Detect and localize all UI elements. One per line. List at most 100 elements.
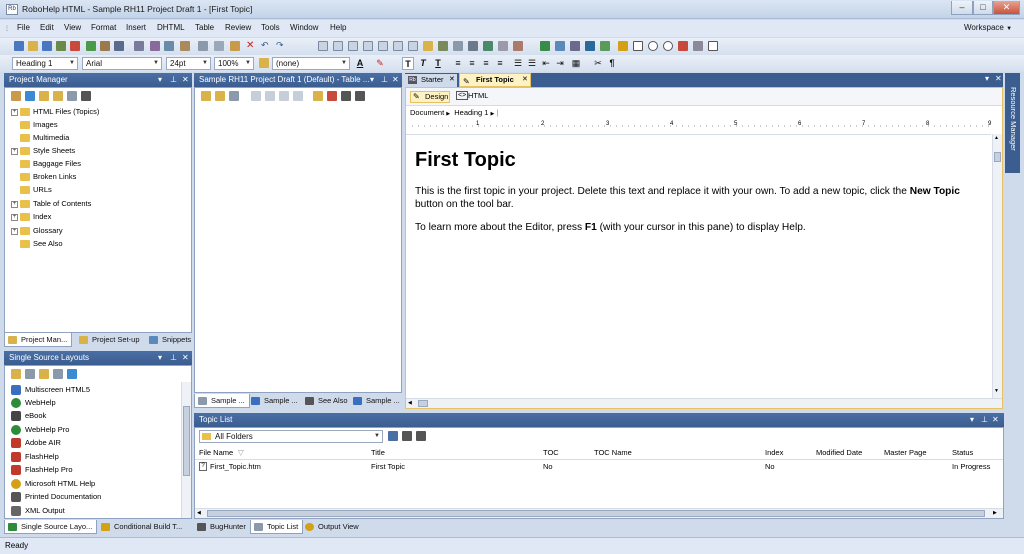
layout-flashhelp[interactable]: FlashHelp [11,450,59,463]
editor-vertical-scrollbar[interactable]: ▲ ▼ [992,134,1002,398]
tab-project-manager[interactable]: Project Man... [4,333,73,347]
tab-see-also[interactable]: See Also [302,394,352,408]
bold-button[interactable]: T [402,57,414,70]
chevron-down-icon[interactable]: ▾ [158,73,162,87]
new-book-icon[interactable] [201,91,211,101]
filter-icon[interactable] [25,91,35,101]
chevron-down-icon[interactable]: ▾ [985,74,989,83]
folder-dropdown[interactable]: All Folders ▼ [199,430,383,443]
paste-icon[interactable] [230,41,240,51]
menu-view[interactable]: View [64,23,81,32]
tree-item-index[interactable]: + Index [11,211,51,223]
layout-printed-documentation[interactable]: Printed Documentation [11,490,101,503]
layout-flashhelp-pro[interactable]: FlashHelp Pro [11,463,73,476]
workspace-menu[interactable]: Workspace ▼ [964,23,1012,32]
resource-manager-strip[interactable]: Resource Manager [1005,73,1020,173]
align-right-icon[interactable]: ≡ [480,57,492,70]
layout-adobe-air[interactable]: Adobe AIR [11,436,61,449]
calendar-icon[interactable] [483,41,493,51]
increase-indent-icon[interactable]: ⇥ [554,57,566,70]
topic-paragraph-2[interactable]: To learn more about the Editor, press F1… [415,221,980,234]
tab-project-setup[interactable]: Project Set-up [76,333,144,347]
find-in-toc-icon[interactable] [355,91,365,101]
generate-icon[interactable] [70,41,80,51]
related-topics-icon[interactable] [393,41,403,51]
image-map-icon[interactable] [678,41,688,51]
pencil-icon[interactable] [134,41,144,51]
scroll-thumb[interactable] [207,510,985,517]
new-page-icon[interactable] [333,41,343,51]
menu-edit[interactable]: Edit [40,23,54,32]
new-layout-icon[interactable] [11,369,21,379]
scroll-left-icon[interactable]: ◀ [408,400,412,406]
tab-snippets[interactable]: Snippets [146,333,195,347]
scroll-down-icon[interactable]: ▼ [994,388,999,394]
chevron-down-icon[interactable]: ▾ [158,351,162,365]
robohelp-app-icon[interactable]: Rb [6,4,18,15]
menu-tools[interactable]: Tools [261,23,280,32]
pin-icon[interactable]: ⊥ [381,73,388,87]
borders-icon[interactable]: ▦ [570,57,582,70]
decrease-indent-icon[interactable]: ⇤ [540,57,552,70]
auto-create-toc-icon[interactable] [313,91,323,101]
thesaurus-icon[interactable] [100,41,110,51]
find-icon[interactable] [150,41,160,51]
expand-icon[interactable]: + [11,200,18,208]
sync-icon[interactable] [341,91,351,101]
tree-item-baggage-files[interactable]: Baggage Files [11,158,81,170]
move-right-icon[interactable] [265,91,275,101]
column-title[interactable]: Title [371,447,385,459]
keyword-icon[interactable] [408,41,418,51]
horizontal-line-icon[interactable] [468,41,478,51]
close-icon[interactable]: ✕ [182,73,189,87]
design-button[interactable]: ✎ Design [410,91,450,103]
table-icon[interactable] [453,41,463,51]
tab-output-view[interactable]: Output View [302,520,363,534]
tree-item-urls[interactable]: URLs [11,184,52,196]
view-icon[interactable] [11,91,21,101]
view-result-icon[interactable] [53,369,63,379]
form-icon[interactable] [513,41,523,51]
tree-item-glossary[interactable]: + Glossary [11,225,63,237]
browser-icon[interactable] [540,41,550,51]
menu-file[interactable]: File [17,23,30,32]
scroll-thumb[interactable] [418,400,428,407]
scroll-thumb[interactable] [183,406,190,476]
properties-icon[interactable] [67,91,77,101]
close-icon[interactable]: ✕ [449,74,455,86]
italic-button[interactable]: T [417,57,429,70]
html-button[interactable]: <> HTML [454,91,494,103]
move-down-icon[interactable] [293,91,303,101]
new-folder-icon[interactable] [39,91,49,101]
tab-bughunter[interactable]: BugHunter [194,520,250,534]
save-icon[interactable] [42,41,52,51]
font-dropdown[interactable]: Arial ▼ [82,57,162,70]
column-modified-date[interactable]: Modified Date [816,447,862,459]
numbered-list-icon[interactable]: ☰ [512,57,524,70]
column-file-name[interactable]: File Name [199,447,233,459]
new-topic-icon[interactable] [318,41,328,51]
tree-item-broken-links[interactable]: Broken Links [11,171,76,183]
generate-layout-icon[interactable] [39,369,49,379]
checkbox-icon[interactable] [633,41,643,51]
paragraph-mark-icon[interactable]: ¶ [606,57,618,70]
minimize-button[interactable]: ‒ [951,1,973,15]
format-painter-icon[interactable]: ✂ [592,57,604,70]
pin-icon[interactable]: ⊥ [170,351,177,365]
copy-icon[interactable] [214,41,224,51]
binoculars-icon[interactable] [81,91,91,101]
multimedia-icon[interactable] [438,41,448,51]
toc-properties-icon[interactable] [229,91,239,101]
publish-icon[interactable] [67,369,77,379]
column-toc[interactable]: TOC [543,447,559,459]
spellcheck-icon[interactable] [86,41,96,51]
undo-icon[interactable]: ↶ [261,40,269,51]
expand-icon[interactable]: + [11,147,18,155]
css-class-dropdown[interactable]: (none) ▼ [272,57,350,70]
column-toc-name[interactable]: TOC Name [594,447,632,459]
menu-window[interactable]: Window [290,23,318,32]
layout-ms-html-help[interactable]: Microsoft HTML Help [11,477,95,490]
topic-list-horizontal-scrollbar[interactable]: ◀ ▶ [195,508,1003,518]
align-left-icon[interactable]: ≡ [452,57,464,70]
binoculars-icon[interactable] [416,431,426,441]
